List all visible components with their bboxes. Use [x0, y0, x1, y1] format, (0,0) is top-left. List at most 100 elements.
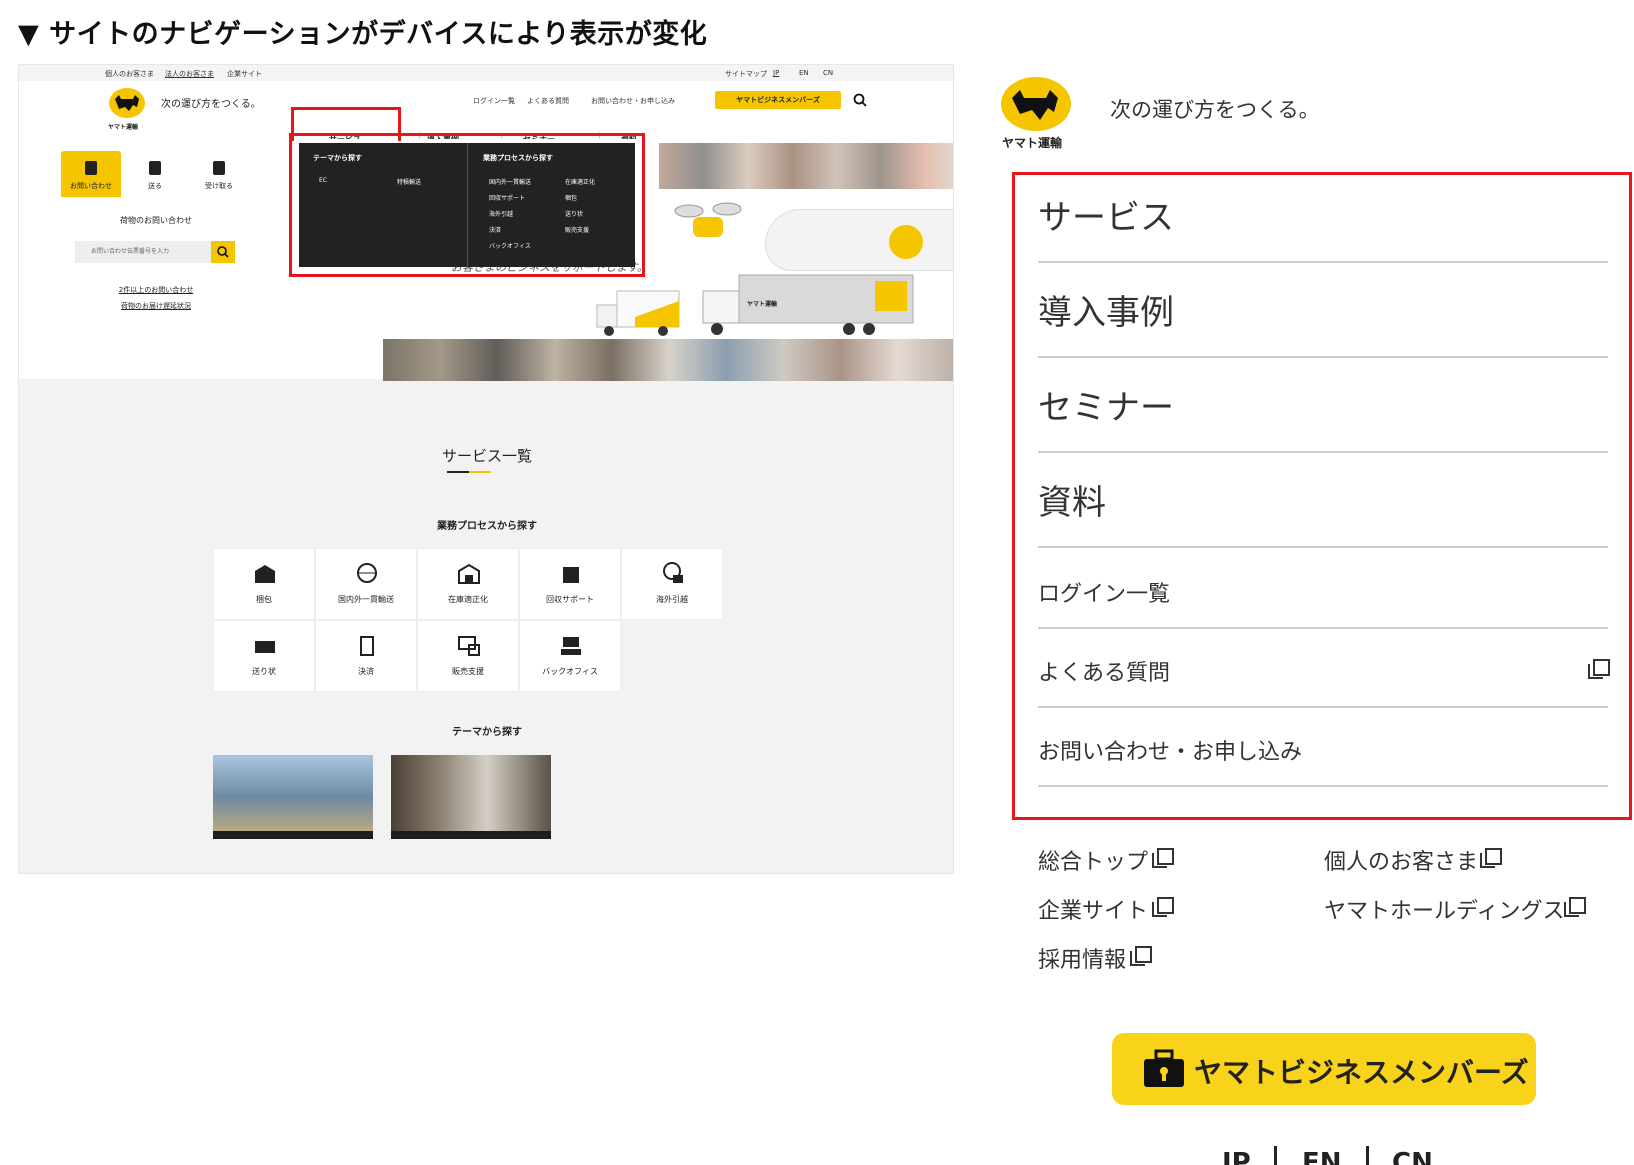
payment-icon	[360, 636, 374, 656]
service-card[interactable]: 海外引越	[621, 548, 723, 620]
desktop-screenshot: 個人のお客さま 法人のお客さま 企業サイト サイトマップ JP EN CN ヤマ…	[18, 64, 954, 874]
drone-image	[674, 202, 742, 237]
footer-link-label: 総合トップ	[1038, 850, 1149, 875]
utility-link-business[interactable]: 法人のお客さま	[165, 69, 214, 79]
page-heading: ▼ サイトのナビゲーションがデバイスにより表示が変化	[18, 19, 708, 50]
service-card-label: 送り状	[252, 667, 276, 676]
theme-card-bar	[391, 831, 551, 839]
lang-jp[interactable]: JP	[773, 69, 779, 77]
service-card-label: バックオフィス	[542, 667, 598, 676]
service-card-label: 販売支援	[452, 667, 484, 676]
footer-link-top[interactable]: 総合トップ	[1038, 844, 1148, 876]
box-icon	[149, 161, 161, 175]
theme-card-special[interactable]	[391, 755, 551, 839]
footer-link-corporate[interactable]: 企業サイト	[1038, 893, 1148, 925]
footer-link-label: ヤマトホールディングス	[1324, 899, 1565, 924]
lang-jp[interactable]: JP	[1222, 1148, 1251, 1165]
faq-link[interactable]: よくある質問	[527, 96, 569, 106]
return-icon	[563, 567, 579, 583]
tracking-number-input[interactable]: お問い合わせ伝票番号を入力	[75, 241, 211, 263]
delay-status-link[interactable]: 荷物のお届け遅延状況	[61, 301, 251, 311]
service-card-label: 梱包	[256, 595, 272, 604]
sidebar-tabs: お問い合わせ 送る 受け取る	[61, 151, 251, 197]
tab-receive[interactable]: 受け取る	[189, 151, 249, 197]
service-card[interactable]: バックオフィス	[519, 620, 621, 692]
footer-link-holdings[interactable]: ヤマトホールディングス	[1324, 893, 1564, 925]
theme-card-bar	[213, 831, 373, 839]
yamato-logo-icon[interactable]	[107, 85, 147, 121]
label-icon	[255, 641, 275, 653]
external-link-icon	[1130, 946, 1152, 966]
service-card[interactable]: 決済	[315, 620, 417, 692]
services-list-title: サービス一覧	[441, 447, 532, 465]
box-icon	[255, 565, 275, 583]
highlight-frame-mobile-menu	[1012, 172, 1632, 820]
tab-inquiry-label: お問い合わせ	[70, 182, 112, 190]
service-card-label: 回収サポート	[546, 595, 594, 604]
service-card-label: 在庫適正化	[448, 595, 488, 604]
utility-link-personal[interactable]: 個人のお客さま	[105, 69, 154, 79]
process-heading: 業務プロセスから探す	[437, 521, 537, 532]
footer-link-recruit[interactable]: 採用情報	[1038, 942, 1126, 974]
service-card[interactable]: 在庫適正化	[417, 548, 519, 620]
tagline: 次の運び方をつくる。	[161, 99, 261, 110]
airplane-tail-logo	[889, 225, 923, 259]
photo-collage-bottom	[383, 339, 953, 381]
lang-en[interactable]: EN	[1302, 1148, 1342, 1165]
utility-bar: 個人のお客さま 法人のお客さま 企業サイト サイトマップ JP EN CN	[19, 65, 953, 81]
login-list-link[interactable]: ログイン一覧	[473, 96, 515, 106]
service-card[interactable]: 梱包	[213, 548, 315, 620]
sales-icon	[458, 636, 480, 656]
airplane-image	[765, 209, 953, 271]
theme-heading: テーマから探す	[452, 727, 522, 738]
service-card-label: 決済	[358, 667, 374, 676]
footer-link-personal[interactable]: 個人のお客さま	[1324, 844, 1478, 876]
lang-en[interactable]: EN	[799, 69, 809, 77]
back-office-icon	[561, 637, 581, 655]
tracking-search-button[interactable]	[211, 241, 235, 263]
highlight-frame-dropdown	[289, 133, 645, 277]
external-link-icon	[1152, 848, 1174, 868]
search-icon[interactable]	[853, 93, 867, 107]
business-members-label: ヤマトビジネスメンバーズ	[1194, 1056, 1529, 1089]
utility-link-sitemap[interactable]: サイトマップ	[725, 69, 767, 79]
service-card[interactable]: 回収サポート	[519, 548, 621, 620]
large-truck-image	[702, 274, 914, 335]
title-underline	[447, 471, 491, 473]
service-card-label: 海外引越	[656, 595, 688, 604]
tracking-sidebar: お問い合わせ 送る 受け取る 荷物のお問い合わせ お問い合わせ伝票番号を入力 2…	[61, 151, 251, 317]
desktop-header: ヤマト運輸 次の運び方をつくる。 ログイン一覧 よくある質問 お問い合わせ・お申…	[19, 81, 953, 144]
globe-icon	[357, 563, 377, 583]
service-card[interactable]: 販売支援	[417, 620, 519, 692]
service-card[interactable]: 国内外一貫輸送	[315, 548, 417, 620]
tab-send[interactable]: 送る	[125, 151, 185, 197]
multiple-inquiry-link[interactable]: 2件以上のお問い合わせ	[61, 285, 251, 295]
globe-box-icon	[663, 562, 683, 583]
photo-collage-top	[659, 143, 953, 189]
lang-cn[interactable]: CN	[823, 69, 833, 77]
external-link-icon	[1152, 897, 1174, 917]
tab-inquiry[interactable]: お問い合わせ	[61, 151, 121, 197]
service-card-label: 国内外一貫輸送	[338, 595, 394, 604]
small-truck-image	[596, 290, 680, 336]
footer-link-label: 企業サイト	[1038, 899, 1149, 924]
business-members-button[interactable]: ヤマトビジネスメンバーズ	[1112, 1033, 1536, 1105]
utility-link-corporate[interactable]: 企業サイト	[227, 69, 262, 79]
business-members-button[interactable]: ヤマトビジネスメンバーズ	[715, 91, 841, 109]
service-card[interactable]: 送り状	[213, 620, 315, 692]
tab-send-label: 送る	[148, 182, 162, 190]
sidebar-title: 荷物のお問い合わせ	[120, 216, 192, 225]
logo-text: ヤマト運輸	[1002, 136, 1063, 150]
tab-receive-label: 受け取る	[205, 182, 233, 190]
lang-cn[interactable]: CN	[1392, 1148, 1433, 1165]
warehouse-icon	[458, 563, 480, 584]
contact-link[interactable]: お問い合わせ・お申し込み	[591, 96, 675, 106]
logo-text: ヤマト運輸	[108, 124, 139, 131]
lang-divider	[1366, 1146, 1369, 1165]
footer-link-label: 個人のお客さま	[1324, 850, 1479, 875]
briefcase-lock-icon	[1144, 1049, 1184, 1087]
yamato-logo-icon[interactable]	[1000, 76, 1072, 132]
theme-card-ec[interactable]	[213, 755, 373, 839]
box-icon	[85, 161, 97, 175]
box-icon	[213, 161, 225, 175]
